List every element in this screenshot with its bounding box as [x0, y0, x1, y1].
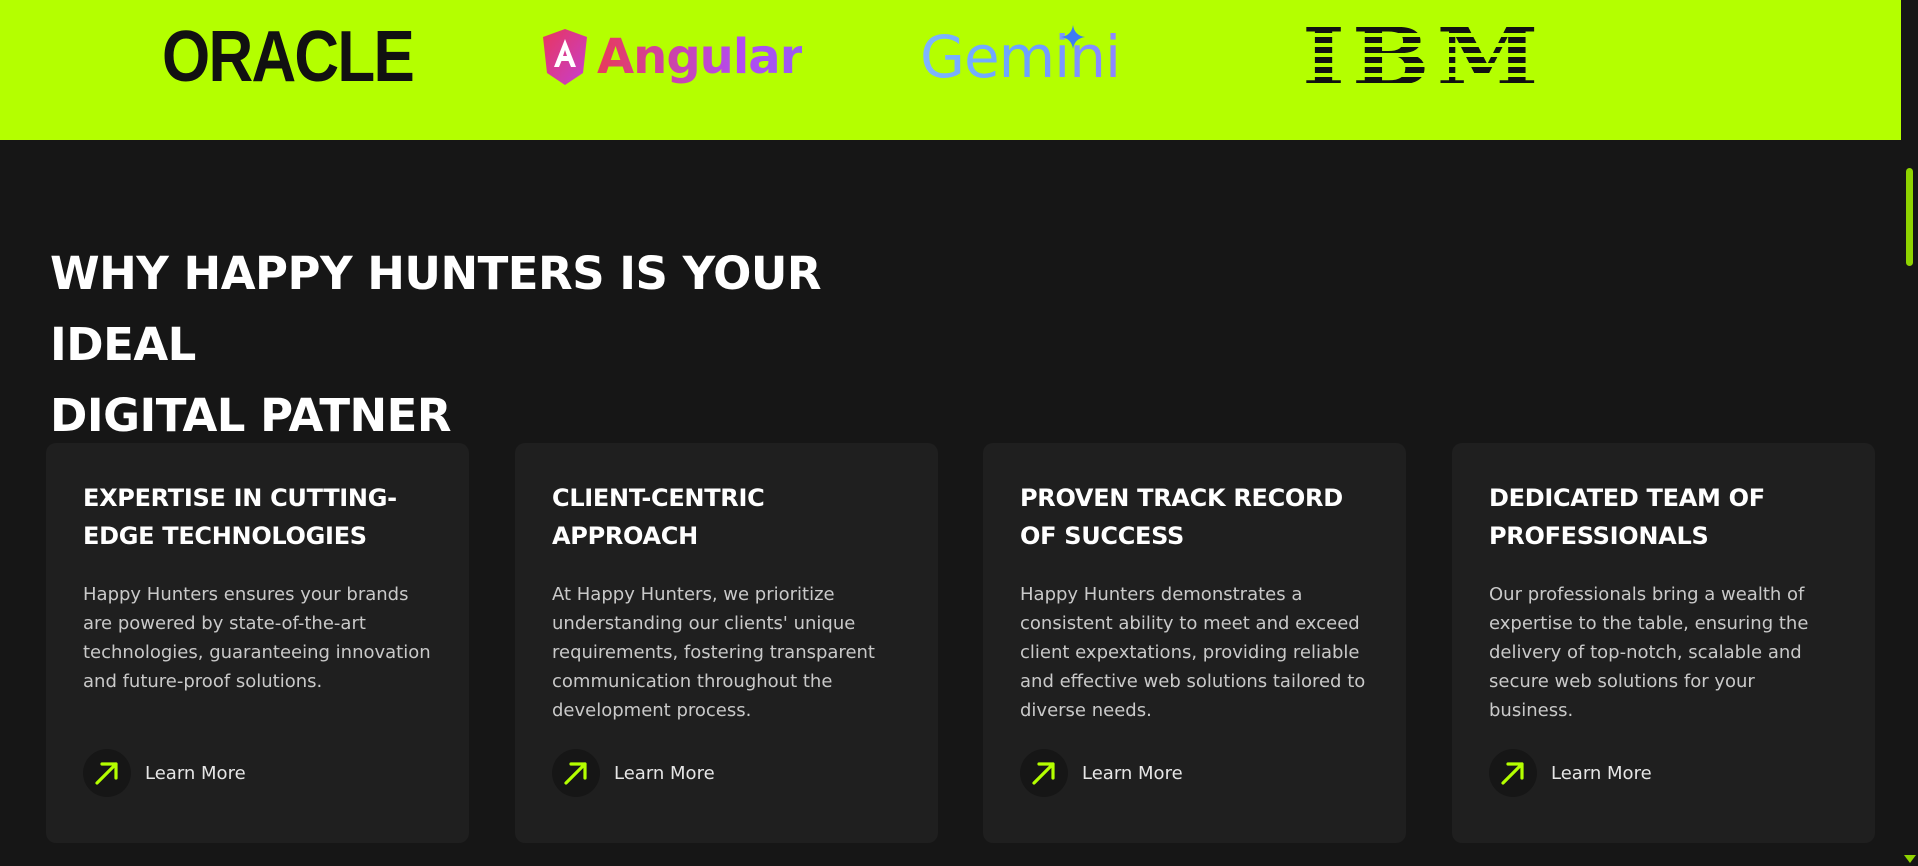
feature-card: PROVEN TRACK RECORD OF SUCCESS Happy Hun…	[983, 443, 1406, 843]
card-description: Our professionals bring a wealth of expe…	[1489, 584, 1809, 721]
card-title: CLIENT-CENTRIC APPROACH	[552, 484, 765, 550]
learn-more-link[interactable]: Learn More	[83, 749, 246, 797]
learn-more-label: Learn More	[614, 762, 715, 784]
arrow-up-right-icon	[1020, 749, 1068, 797]
arrow-up-right-icon	[83, 749, 131, 797]
feature-card: DEDICATED TEAM OF PROFESSIONALS Our prof…	[1452, 443, 1875, 843]
page-scrollbar[interactable]	[1901, 0, 1918, 866]
partner-logo-band: ORACLE Angular Gemini IBM	[0, 0, 1901, 140]
feature-card: CLIENT-CENTRIC APPROACH At Happy Hunters…	[515, 443, 938, 843]
section-title: WHY HAPPY HUNTERS IS YOUR IDEAL DIGITAL …	[50, 238, 950, 451]
scrollbar-thumb[interactable]	[1906, 168, 1913, 266]
oracle-logo: ORACLE	[162, 17, 415, 97]
learn-more-link[interactable]: Learn More	[1020, 749, 1183, 797]
card-description: Happy Hunters demonstrates a consistent …	[1020, 584, 1366, 721]
scroll-down-arrow-icon[interactable]	[1904, 855, 1916, 863]
card-description: Happy Hunters ensures your brands are po…	[83, 584, 431, 692]
learn-more-label: Learn More	[1082, 762, 1183, 784]
section-title-line-1: WHY HAPPY HUNTERS IS YOUR IDEAL	[50, 247, 822, 371]
gemini-sparkle-icon	[1061, 25, 1085, 49]
angular-logo: Angular	[541, 22, 803, 92]
learn-more-link[interactable]: Learn More	[552, 749, 715, 797]
arrow-up-right-icon	[1489, 749, 1537, 797]
card-description: At Happy Hunters, we prioritize understa…	[552, 584, 875, 721]
card-title: EXPERTISE IN CUTTING-EDGE TECHNOLOGIES	[83, 484, 397, 550]
ibm-logo: IBM	[1302, 10, 1546, 104]
arrow-up-right-icon	[552, 749, 600, 797]
learn-more-label: Learn More	[1551, 762, 1652, 784]
learn-more-link[interactable]: Learn More	[1489, 749, 1652, 797]
card-title: PROVEN TRACK RECORD OF SUCCESS	[1020, 484, 1343, 550]
gemini-logo: Gemini	[920, 23, 1121, 91]
card-title: DEDICATED TEAM OF PROFESSIONALS	[1489, 484, 1765, 550]
angular-shield-icon	[543, 29, 587, 85]
feature-card: EXPERTISE IN CUTTING-EDGE TECHNOLOGIES H…	[46, 443, 469, 843]
learn-more-label: Learn More	[145, 762, 246, 784]
section-title-line-2: DIGITAL PATNER	[50, 389, 452, 442]
